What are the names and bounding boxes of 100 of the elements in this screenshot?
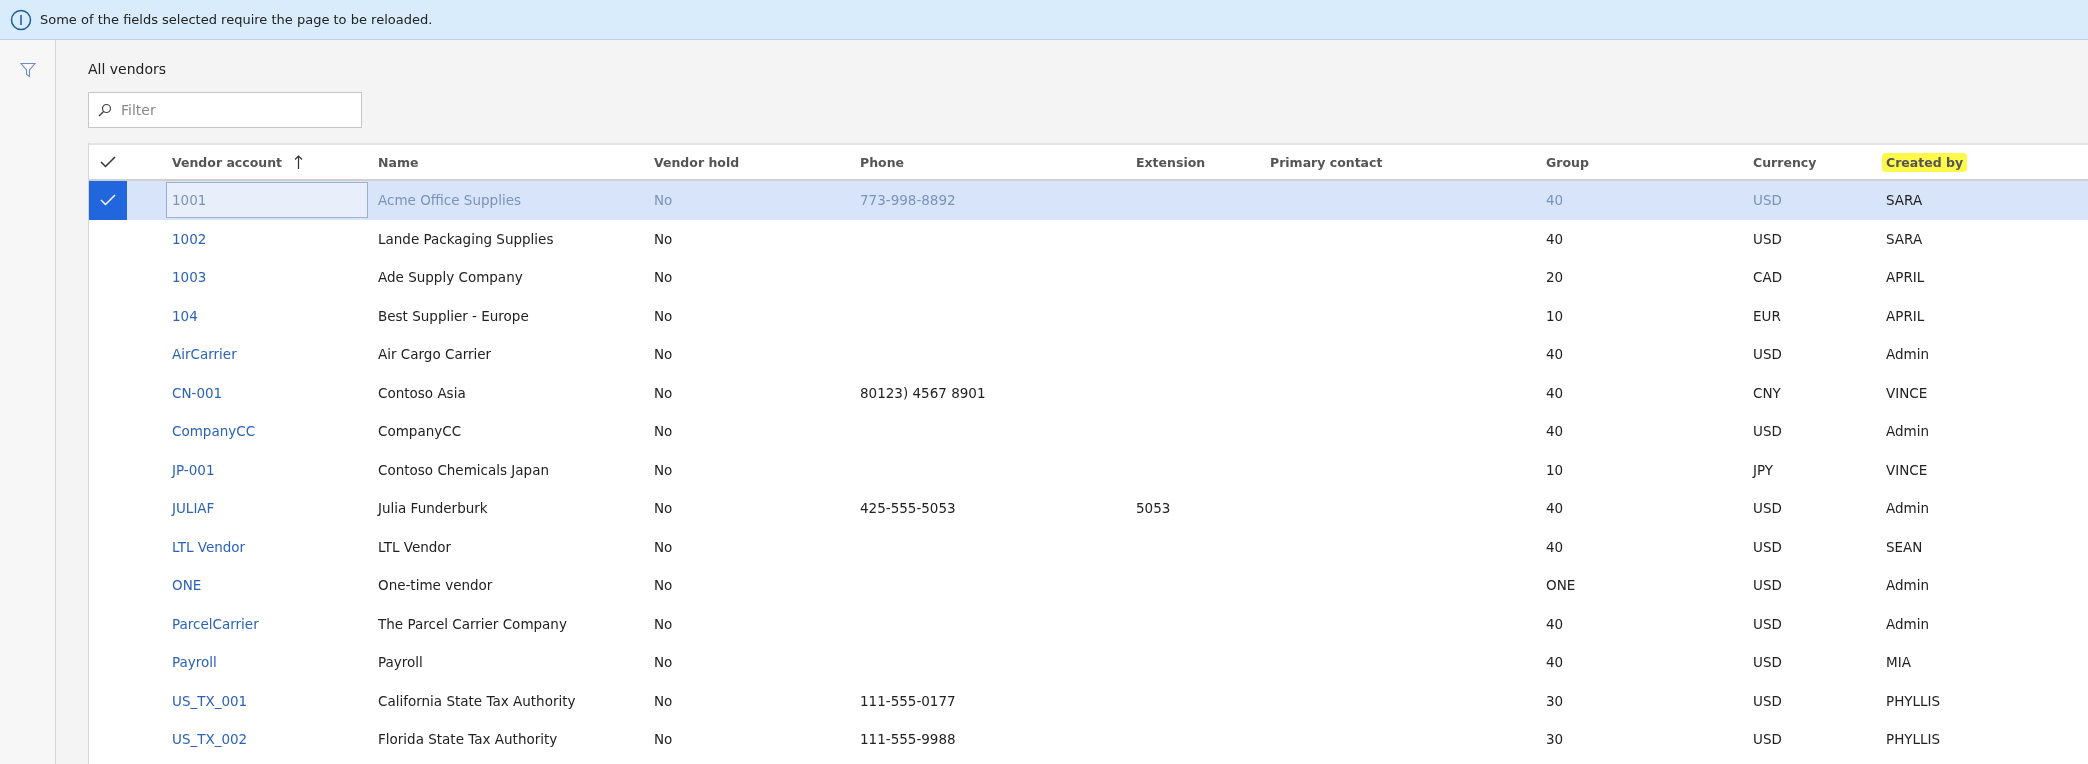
table-cell: Best Supplier - Europe [378, 307, 529, 324]
table-cell: APRIL [1886, 307, 1925, 324]
table-cell: Florida State Tax Authority [378, 731, 558, 748]
table-cell: 40 [1546, 346, 1564, 363]
vendor-link[interactable]: ParcelCarrier [172, 615, 259, 632]
search-icon [98, 103, 112, 117]
table-cell: Air Cargo Carrier [378, 346, 492, 363]
column-header[interactable]: Phone [856, 152, 909, 172]
table-cell: No [654, 461, 673, 478]
vendor-link[interactable]: JP-001 [172, 461, 215, 478]
vendor-link[interactable]: CN-001 [172, 384, 223, 401]
table-cell: USD [1753, 692, 1782, 709]
table-cell: 425-555-5053 [860, 500, 956, 517]
vendor-link[interactable]: CompanyCC [172, 423, 256, 440]
table-cell: USD [1753, 192, 1782, 209]
vendor-link[interactable]: US_TX_001 [172, 692, 248, 709]
table-cell: 40 [1546, 423, 1564, 440]
column-header[interactable]: Primary contact [1266, 152, 1387, 172]
table-cell: APRIL [1886, 269, 1925, 286]
table-cell: 40 [1546, 500, 1564, 517]
table-cell: CAD [1753, 269, 1783, 286]
table-cell: California State Tax Authority [378, 692, 576, 709]
table-cell: USD [1753, 731, 1782, 748]
table-cell: USD [1753, 500, 1782, 517]
table-cell: USD [1753, 346, 1782, 363]
table-cell: 5053 [1136, 500, 1171, 517]
column-header[interactable]: Extension [1132, 152, 1210, 172]
column-header[interactable]: Group [1542, 152, 1593, 172]
table-cell: USD [1753, 654, 1782, 671]
vendor-link[interactable]: ONE [172, 577, 202, 594]
select-all-checkmark-icon [100, 156, 116, 168]
table-cell: Contoso Asia [378, 384, 466, 401]
table-cell: Ade Supply Company [378, 269, 523, 286]
table-cell: No [654, 731, 673, 748]
table-cell: 40 [1546, 230, 1564, 247]
info-icon [10, 8, 32, 31]
filter-field[interactable]: Filter [88, 92, 362, 128]
table-cell: 40 [1546, 192, 1564, 209]
table-cell: Acme Office Supplies [378, 192, 521, 209]
table-cell: Admin [1886, 577, 1930, 594]
column-header[interactable]: Vendor hold [650, 152, 744, 172]
vendor-link[interactable]: AirCarrier [172, 346, 237, 363]
table-cell: 40 [1546, 384, 1564, 401]
table-cell: USD [1753, 577, 1782, 594]
column-header[interactable]: Created by [1882, 152, 1968, 172]
table-cell: 40 [1546, 654, 1564, 671]
table-cell: 20 [1546, 269, 1564, 286]
table-cell: No [654, 307, 673, 324]
checkmark-icon [100, 194, 116, 207]
table-cell: 773-998-8892 [860, 192, 956, 209]
table-cell: PHYLLIS [1886, 692, 1941, 709]
table-cell: No [654, 423, 673, 440]
page-title: All vendors [88, 60, 168, 79]
table-cell: USD [1753, 423, 1782, 440]
table-cell: VINCE [1886, 461, 1928, 478]
table-cell: CNY [1753, 384, 1781, 401]
row-checkbox[interactable] [89, 181, 127, 220]
vendor-link[interactable]: US_TX_002 [172, 731, 248, 748]
table-cell: 40 [1546, 615, 1564, 632]
table-cell: 40 [1546, 538, 1564, 555]
table-cell: No [654, 538, 673, 555]
table-cell: 30 [1546, 692, 1564, 709]
column-header[interactable]: Currency [1749, 152, 1821, 172]
table-cell: No [654, 654, 673, 671]
table-cell: VINCE [1886, 384, 1928, 401]
table-cell: ONE [1546, 577, 1576, 594]
table-cell: USD [1753, 538, 1782, 555]
table-cell: No [654, 615, 673, 632]
vendor-link[interactable]: 104 [172, 307, 198, 324]
table-cell: 111-555-0177 [860, 692, 956, 709]
vendor-link[interactable]: Payroll [172, 654, 217, 671]
table-cell: 10 [1546, 307, 1564, 324]
table-cell: No [654, 577, 673, 594]
vendor-link[interactable]: 1003 [172, 269, 207, 286]
vendor-link[interactable]: JULIAF [172, 500, 215, 517]
table-cell: 111-555-9988 [860, 731, 956, 748]
table-cell: USD [1753, 615, 1782, 632]
table-cell: Payroll [378, 654, 423, 671]
table-cell: Lande Packaging Supplies [378, 230, 554, 247]
table-cell: No [654, 384, 673, 401]
vendor-link[interactable]: 1002 [172, 230, 207, 247]
table-cell: Contoso Chemicals Japan [378, 461, 549, 478]
table-cell: USD [1753, 230, 1782, 247]
table-cell: CompanyCC [378, 423, 462, 440]
table-cell: Julia Funderburk [378, 500, 488, 517]
table-cell: EUR [1753, 307, 1781, 324]
table-cell: Admin [1886, 615, 1930, 632]
table-cell: The Parcel Carrier Company [378, 615, 567, 632]
table-cell: No [654, 230, 673, 247]
column-header[interactable]: Name [374, 152, 423, 172]
vendor-link[interactable]: LTL Vendor [172, 538, 246, 555]
filter-icon[interactable] [19, 62, 36, 78]
table-cell: No [654, 192, 673, 209]
table-cell: SEAN [1886, 538, 1923, 555]
table-cell: Admin [1886, 423, 1930, 440]
table-cell: No [654, 269, 673, 286]
column-header[interactable]: Vendor account [168, 152, 287, 172]
table-cell: LTL Vendor [378, 538, 452, 555]
table-cell: No [654, 500, 673, 517]
table-cell: PHYLLIS [1886, 731, 1941, 748]
